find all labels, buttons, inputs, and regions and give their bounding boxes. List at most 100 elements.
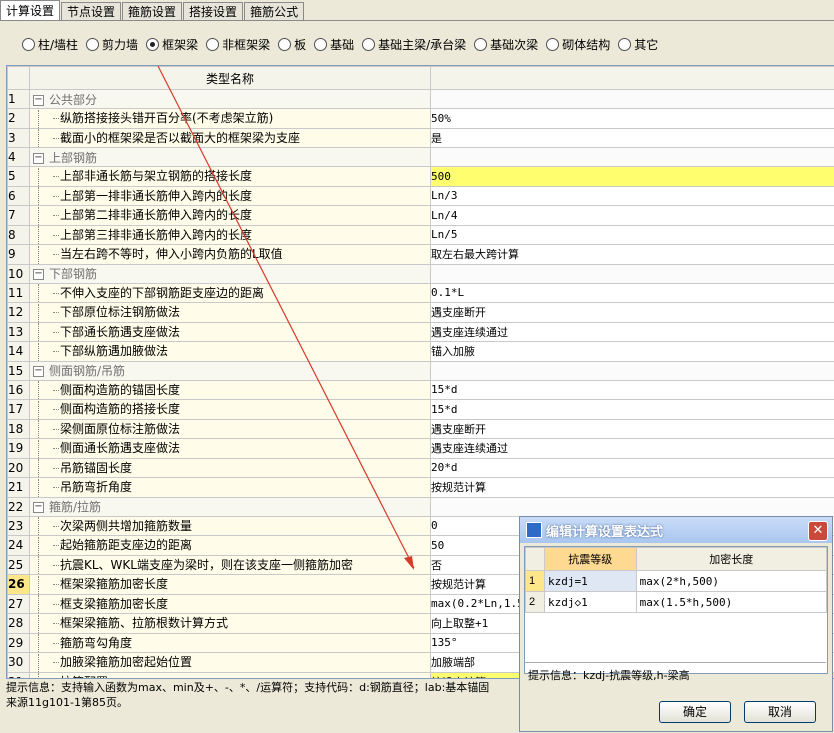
dense-length-cell[interactable]: max(2*h,500) xyxy=(635,570,828,592)
setting-name: 上部第一排非通长筋伸入跨内的长度 xyxy=(60,188,253,203)
ok-button[interactable]: 确定 xyxy=(659,701,731,723)
setting-value-cell[interactable]: Ln/4 xyxy=(430,205,834,226)
table-row[interactable]: 13 下部通长筋遇支座做法 遇支座连续通过 xyxy=(7,321,834,342)
table-row[interactable]: 21 吊筋弯折角度 按规范计算 xyxy=(7,477,834,498)
component-radio-8[interactable]: 基础次梁 xyxy=(474,36,538,53)
setting-name: 上部第二排非通长筋伸入跨内的长度 xyxy=(60,208,253,222)
component-radio-6[interactable]: 基础 xyxy=(314,36,354,53)
cancel-button[interactable]: 取消 xyxy=(744,701,816,723)
setting-name: 拉筋配置 xyxy=(60,675,108,679)
tab-2[interactable]: 节点设置 xyxy=(61,2,122,21)
table-row[interactable]: 11 不伸入支座的下部钢筋距支座边的距离 0.1*L xyxy=(7,282,834,303)
setting-name: 上部非通长筋与架立钢筋的搭接长度 xyxy=(60,169,253,183)
setting-value-cell[interactable]: Ln/5 xyxy=(430,224,834,245)
table-row[interactable]: 5 上部非通长筋与架立钢筋的搭接长度 500 xyxy=(7,166,834,187)
setting-value-cell[interactable]: 20*d xyxy=(430,457,834,478)
radio-button-icon[interactable] xyxy=(86,37,100,51)
collapse-icon[interactable]: − xyxy=(33,366,44,377)
tree-indent xyxy=(31,673,61,678)
table-row[interactable]: 6 上部第一排非通长筋伸入跨内的长度 Ln/3 xyxy=(7,185,834,206)
setting-value-cell[interactable]: 锚入加腋 xyxy=(430,341,834,362)
row-number: 30 xyxy=(7,652,30,673)
close-icon[interactable]: ✕ xyxy=(808,521,828,541)
setting-value-cell[interactable]: 是 xyxy=(430,127,834,148)
radio-button-icon[interactable] xyxy=(22,37,35,51)
setting-value-cell[interactable] xyxy=(430,360,834,381)
table-row[interactable]: 14 下部纵筋遇加腋做法 锚入加腋 xyxy=(7,341,834,362)
setting-value-cell[interactable]: 500 xyxy=(430,166,834,187)
component-radio-2[interactable]: 剪力墙 xyxy=(86,36,138,53)
component-radio-10[interactable]: 其它 xyxy=(618,36,658,53)
setting-value-cell[interactable]: 遇支座连续通过 xyxy=(430,438,834,459)
row-number: 25 xyxy=(7,554,30,575)
setting-value-cell[interactable] xyxy=(430,147,834,167)
radio-button-icon[interactable] xyxy=(546,37,560,51)
table-row[interactable]: 2 纵筋搭接接头错开百分率(不考虑架立筋) 50% xyxy=(7,108,834,129)
table-row[interactable]: 7 上部第二排非通长筋伸入跨内的长度 Ln/4 xyxy=(7,205,834,226)
tab-3[interactable]: 箍筋设置 xyxy=(122,2,183,21)
expression-row[interactable]: 2 kzdj◇1 max(1.5*h,500) xyxy=(525,591,828,613)
collapse-icon[interactable]: − xyxy=(33,152,44,164)
setting-value-cell[interactable] xyxy=(430,263,834,284)
setting-value-cell[interactable]: 按规范计算 xyxy=(430,477,834,498)
collapse-icon[interactable]: − xyxy=(33,94,44,106)
setting-value-cell[interactable]: 遇支座断开 xyxy=(430,302,834,323)
tree-indent xyxy=(31,284,61,302)
component-radio-4[interactable]: 非框架梁 xyxy=(206,36,270,53)
tab-1[interactable]: 计算设置 xyxy=(0,0,61,21)
tree-indent xyxy=(31,167,61,186)
radio-button-icon[interactable] xyxy=(362,37,376,51)
table-row[interactable]: 1− 公共部分 xyxy=(7,89,834,109)
dense-length-cell[interactable]: max(1.5*h,500) xyxy=(635,591,828,613)
tab-5[interactable]: 箍筋公式 xyxy=(244,2,305,21)
tab-4[interactable]: 搭接设置 xyxy=(183,2,244,21)
table-row[interactable]: 3 截面小的框架梁是否以截面大的框架梁为支座 是 xyxy=(7,127,834,148)
tree-indent xyxy=(31,187,61,205)
component-radio-5[interactable]: 板 xyxy=(278,36,306,53)
table-row[interactable]: 15− 侧面钢筋/吊筋 xyxy=(7,360,834,381)
setting-value-cell[interactable]: 50% xyxy=(430,108,834,129)
component-radio-3[interactable]: 框架梁 xyxy=(146,36,198,53)
table-row[interactable]: 17 侧面构造筋的搭接长度 15*d xyxy=(7,399,834,420)
tree-indent xyxy=(31,517,61,535)
setting-value-cell[interactable]: 15*d xyxy=(430,379,834,400)
setting-value-cell[interactable]: 0.1*L xyxy=(430,282,834,303)
table-row[interactable]: 20 吊筋锚固长度 20*d xyxy=(7,457,834,478)
setting-value-cell[interactable]: 遇支座断开 xyxy=(430,418,834,439)
table-row[interactable]: 12 下部原位标注钢筋做法 遇支座断开 xyxy=(7,302,834,323)
table-row[interactable]: 4− 上部钢筋 xyxy=(7,147,834,167)
component-radio-7[interactable]: 基础主梁/承台梁 xyxy=(362,36,466,53)
setting-value-cell[interactable] xyxy=(430,496,834,517)
expression-row[interactable]: 1 kzdj=1 max(2*h,500) xyxy=(525,570,828,592)
table-row[interactable]: 8 上部第三排非通长筋伸入跨内的长度 Ln/5 xyxy=(7,224,834,245)
setting-value-cell[interactable]: 取左右最大跨计算 xyxy=(430,244,834,265)
row-number: 2 xyxy=(7,108,30,129)
seismic-grade-cell[interactable]: kzdj=1 xyxy=(544,570,637,592)
row-number: 8 xyxy=(7,224,30,245)
table-row[interactable]: 22− 箍筋/拉筋 xyxy=(7,496,834,517)
table-row[interactable]: 18 梁侧面原位标注筋做法 遇支座断开 xyxy=(7,418,834,439)
seismic-grade-header: 抗震等级 xyxy=(544,547,637,571)
table-row[interactable]: 10− 下部钢筋 xyxy=(7,263,834,284)
setting-value-cell[interactable] xyxy=(430,89,834,109)
setting-value-cell[interactable]: 遇支座连续通过 xyxy=(430,321,834,342)
table-row[interactable]: 9 当左右跨不等时，伸入小跨内负筋的L取值 取左右最大跨计算 xyxy=(7,244,834,265)
radio-button-icon[interactable] xyxy=(278,37,292,51)
collapse-icon[interactable]: − xyxy=(33,502,44,513)
table-row[interactable]: 19 侧面通长筋遇支座做法 遇支座连续通过 xyxy=(7,438,834,459)
group-header-cell: − 下部钢筋 xyxy=(29,263,431,284)
table-row[interactable]: 16 侧面构造筋的锚固长度 15*d xyxy=(7,379,834,400)
setting-name-cell: 下部原位标注钢筋做法 xyxy=(29,302,431,323)
row-number: 27 xyxy=(7,593,30,614)
radio-button-icon[interactable] xyxy=(206,37,220,51)
radio-button-icon[interactable] xyxy=(314,37,328,51)
seismic-grade-cell[interactable]: kzdj◇1 xyxy=(544,591,637,613)
component-radio-9[interactable]: 砌体结构 xyxy=(546,36,610,53)
setting-value-cell[interactable]: Ln/3 xyxy=(430,185,834,206)
radio-button-icon[interactable] xyxy=(618,37,632,51)
radio-button-icon[interactable] xyxy=(146,37,160,51)
setting-value-cell[interactable]: 15*d xyxy=(430,399,834,420)
component-radio-1[interactable]: 柱/墙柱 xyxy=(22,36,78,53)
collapse-icon[interactable]: − xyxy=(33,269,44,280)
radio-button-icon[interactable] xyxy=(474,37,488,51)
